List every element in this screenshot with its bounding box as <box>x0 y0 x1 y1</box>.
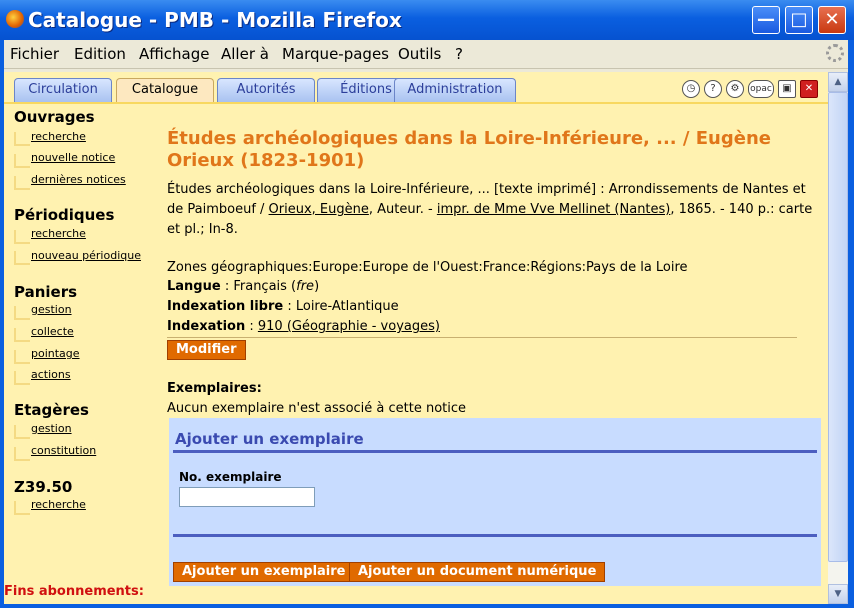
help-icon[interactable]: ? <box>704 80 722 98</box>
publisher-link[interactable]: impr. de Mme Vve Mellinet (Nantes) <box>437 202 671 217</box>
exemplaires-heading: Exemplaires: <box>167 381 262 396</box>
sidebar-link-actions[interactable]: actions <box>31 368 71 381</box>
langue-row: Langue : Français (fre) <box>167 277 822 297</box>
tab-circulation[interactable]: Circulation <box>14 78 112 102</box>
window-title: Catalogue - PMB - Mozilla Firefox <box>28 8 402 32</box>
menu-outils[interactable]: Outils <box>398 45 441 63</box>
sidebar-link-paniers-gestion[interactable]: gestion <box>31 303 72 316</box>
indexation-row: Indexation : 910 (Géographie - voyages) <box>167 317 822 337</box>
menu-marque-pages[interactable]: Marque-pages <box>282 45 389 63</box>
scrollbar-thumb[interactable] <box>828 92 848 562</box>
indexation-libre-label: Indexation libre <box>167 299 284 314</box>
decor-icon <box>14 371 30 385</box>
window-frame-bottom <box>0 604 854 608</box>
divider <box>167 337 797 338</box>
add-exemplaire-panel: Ajouter un exemplaire No. exemplaire Ajo… <box>169 418 821 586</box>
minimize-icon: — <box>757 9 775 30</box>
menu-bar: Fichier Edition Affichage Aller à Marque… <box>0 40 854 69</box>
page-content: Circulation Catalogue Autorités Éditions… <box>4 72 828 604</box>
window-frame-right <box>848 40 854 608</box>
no-exemplaire-label: No. exemplaire <box>179 470 282 484</box>
tab-strip: Circulation Catalogue Autorités Éditions… <box>4 72 828 104</box>
modifier-button[interactable]: Modifier <box>167 340 246 360</box>
fins-abonnements-label: Fins abonnements: <box>4 584 144 599</box>
sidebar-link-pointage[interactable]: pointage <box>31 347 80 360</box>
author-link[interactable]: Orieux, Eugène <box>269 202 369 217</box>
panel-divider <box>173 534 817 537</box>
sidebar-heading-paniers: Paniers <box>14 283 78 301</box>
decor-icon <box>14 447 30 461</box>
menu-help[interactable]: ? <box>455 45 463 63</box>
clock-icon[interactable]: ◷ <box>682 80 700 98</box>
indexation-link[interactable]: 910 (Géographie - voyages) <box>258 319 440 334</box>
sidebar-heading-etageres: Etagères <box>14 401 89 419</box>
maximize-icon: □ <box>790 9 808 30</box>
langue-value: : Français ( <box>220 279 297 294</box>
sidebar-link-ouvrages-recherche[interactable]: recherche <box>31 130 86 143</box>
logout-icon[interactable]: ✕ <box>800 80 818 98</box>
close-button[interactable]: ✕ <box>818 6 846 34</box>
indexation-libre-value: : Loire-Atlantique <box>283 299 399 314</box>
save-icon[interactable]: ▣ <box>778 80 796 98</box>
firefox-icon <box>6 10 24 28</box>
decor-icon <box>14 501 30 515</box>
menu-aller[interactable]: Aller à <box>221 45 269 63</box>
decor-icon <box>14 154 30 168</box>
sidebar-link-dernieres-notices[interactable]: dernières notices <box>31 173 126 186</box>
toolbar-icons: ◷? ⚙ opac ▣ ✕ <box>678 80 818 98</box>
sidebar-link-collecte[interactable]: collecte <box>31 325 74 338</box>
close-icon: ✕ <box>824 9 840 30</box>
decor-icon <box>14 350 30 364</box>
indexation-label: Indexation <box>167 319 246 334</box>
indexation-libre-row: Indexation libre : Loire-Atlantique <box>167 297 822 317</box>
langue-label: Langue <box>167 279 221 294</box>
add-exemplaire-title: Ajouter un exemplaire <box>175 430 364 448</box>
decor-icon <box>14 230 30 244</box>
menu-affichage[interactable]: Affichage <box>139 45 209 63</box>
add-digital-document-button[interactable]: Ajouter un document numérique <box>349 562 606 582</box>
no-exemplaire-input[interactable] <box>179 487 315 507</box>
sidebar-link-nouveau-periodique[interactable]: nouveau périodique <box>31 249 141 262</box>
indexation-sep: : <box>245 319 258 334</box>
decor-icon <box>14 176 30 190</box>
notice-title: Études archéologiques dans la Loire-Infé… <box>167 128 771 171</box>
add-exemplaire-button[interactable]: Ajouter un exemplaire <box>173 562 355 582</box>
window-title-bar: Catalogue - PMB - Mozilla Firefox — □ ✕ <box>0 0 854 40</box>
opac-icon[interactable]: opac <box>748 80 774 98</box>
sidebar-link-constitution[interactable]: constitution <box>31 444 96 457</box>
zones-geographiques: Zones géographiques:Europe:Europe de l'O… <box>167 260 688 275</box>
sidebar: Ouvrages recherche nouvelle notice derni… <box>4 104 154 604</box>
decor-icon <box>14 425 30 439</box>
sidebar-heading-ouvrages: Ouvrages <box>14 108 95 126</box>
tab-catalogue[interactable]: Catalogue <box>116 78 214 102</box>
sidebar-link-etageres-gestion[interactable]: gestion <box>31 422 72 435</box>
vertical-scrollbar[interactable]: ▲ ▼ <box>828 72 848 604</box>
sidebar-link-nouvelle-notice[interactable]: nouvelle notice <box>31 151 115 164</box>
tab-administration[interactable]: Administration <box>394 78 516 102</box>
throbber-icon <box>826 44 844 62</box>
notice-description: Études archéologiques dans la Loire-Infé… <box>167 180 822 240</box>
decor-icon <box>14 328 30 342</box>
minimize-button[interactable]: — <box>752 6 780 34</box>
sidebar-heading-z3950: Z39.50 <box>14 478 73 496</box>
panel-divider <box>173 450 817 453</box>
exemplaires-none-text: Aucun exemplaire n'est associé à cette n… <box>167 401 467 416</box>
sidebar-link-z3950-recherche[interactable]: recherche <box>31 498 86 511</box>
sidebar-link-periodiques-recherche[interactable]: recherche <box>31 227 86 240</box>
decor-icon <box>14 306 30 320</box>
tab-autorites[interactable]: Autorités <box>217 78 315 102</box>
langue-end: ) <box>314 279 320 294</box>
langue-code: fre <box>296 279 315 294</box>
maximize-button[interactable]: □ <box>785 6 813 34</box>
decor-icon <box>14 251 30 265</box>
scroll-down-button[interactable]: ▼ <box>828 584 848 604</box>
sidebar-heading-periodiques: Périodiques <box>14 206 115 224</box>
gear-icon[interactable]: ⚙ <box>726 80 744 98</box>
notice-desc-text: , Auteur. - <box>368 202 437 217</box>
scroll-up-button[interactable]: ▲ <box>828 72 848 92</box>
menu-fichier[interactable]: Fichier <box>10 45 59 63</box>
decor-icon <box>14 132 30 146</box>
menu-edition[interactable]: Edition <box>74 45 126 63</box>
